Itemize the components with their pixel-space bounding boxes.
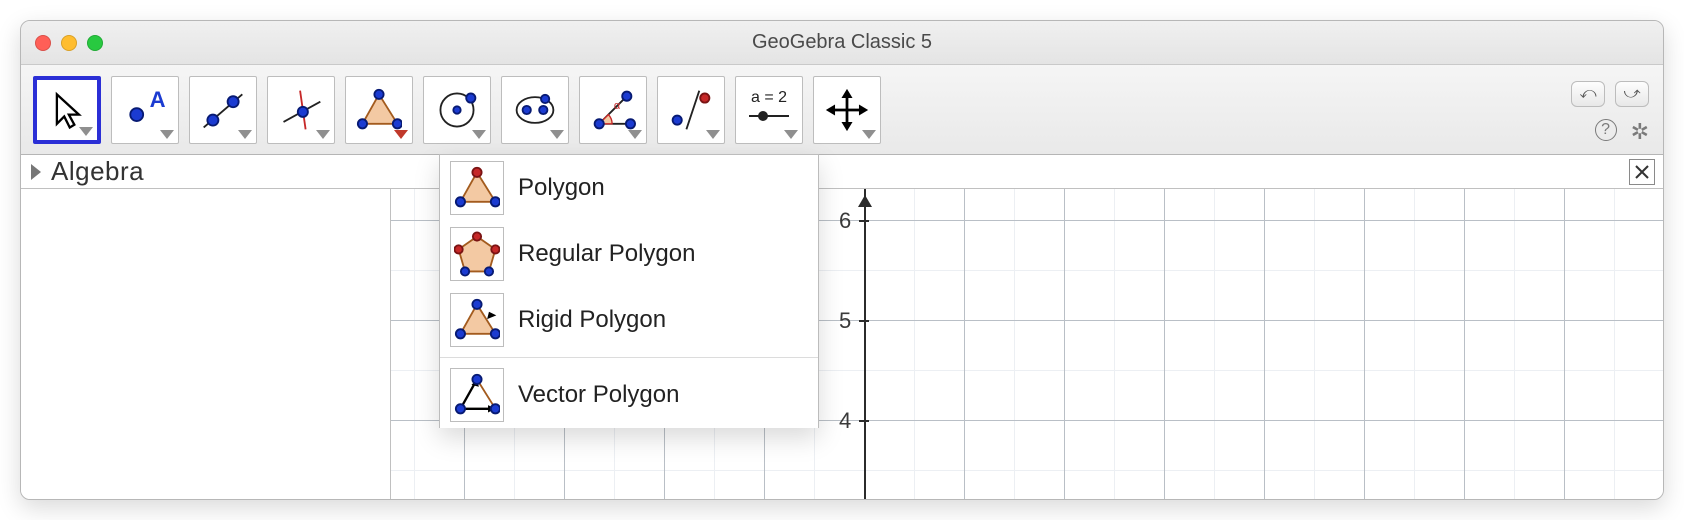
algebra-panel-title: Algebra [51,156,144,187]
zoom-window-button[interactable] [87,35,103,51]
reflect-line-icon [668,87,714,133]
help-button[interactable]: ? [1595,119,1617,141]
move-view-tool[interactable] [813,76,881,144]
main-toolbar: A [21,65,1663,155]
title-bar: GeoGebra Classic 5 [21,21,1663,65]
window-title: GeoGebra Classic 5 [21,31,1663,54]
settings-button[interactable]: ✲ [1631,119,1649,145]
algebra-pane[interactable] [21,189,391,499]
close-window-button[interactable] [35,35,51,51]
polygon-tool[interactable] [345,76,413,144]
dropdown-item-polygon[interactable]: Polygon [440,155,818,221]
dropdown-separator [440,357,818,358]
axis-tick [859,220,869,222]
toolbar-right-lower: ? ✲ [1595,119,1649,145]
minimize-window-button[interactable] [61,35,77,51]
dropdown-item-label: Polygon [518,174,605,202]
polygon-icon [450,161,504,215]
traffic-lights [35,35,103,51]
circle-center-icon [434,87,480,133]
dropdown-item-label: Regular Polygon [518,240,695,268]
special-line-tool[interactable] [267,76,335,144]
transform-tool[interactable] [657,76,725,144]
svg-text:A: A [150,87,166,112]
rigid-polygon-icon [450,293,504,347]
vector-polygon-icon [450,368,504,422]
slider-text-icon: a = 2 [751,89,787,107]
move-arrows-icon [824,87,870,133]
axis-tick [859,320,869,322]
panels-header: Algebra [21,155,1663,189]
regular-polygon-icon [450,227,504,281]
close-icon [1634,164,1650,180]
svg-text:α: α [614,100,621,112]
redo-button[interactable]: ⤻ [1615,81,1649,107]
axis-arrow-icon [858,195,872,207]
tool-buttons: A [33,76,881,144]
perpendicular-line-icon [278,87,324,133]
axis-tick-label: 5 [839,308,851,334]
toolbar-right: ⤺ ⤻ [1571,81,1649,107]
dropdown-item-label: Vector Polygon [518,381,679,409]
dropdown-item-label: Rigid Polygon [518,306,666,334]
undo-icon: ⤺ [1579,85,1596,103]
line-two-points-icon [200,87,246,133]
chevron-down-icon [394,130,408,139]
point-tool[interactable]: A [111,76,179,144]
ellipse-foci-icon [512,87,558,133]
dropdown-item-regular-polygon[interactable]: Regular Polygon [440,221,818,287]
close-panel-button[interactable] [1629,159,1655,185]
dropdown-item-rigid-polygon[interactable]: Rigid Polygon [440,287,818,353]
axis-tick-label: 6 [839,208,851,234]
y-axis [864,189,866,499]
redo-icon: ⤻ [1623,85,1640,103]
angle-tool[interactable]: α [579,76,647,144]
conic-tool[interactable] [501,76,569,144]
line-tool[interactable] [189,76,257,144]
triangle-icon [356,87,402,133]
angle-icon: α [590,87,636,133]
content-area: 6 5 4 [21,189,1663,499]
disclosure-triangle-icon[interactable] [31,164,41,180]
text-tool[interactable]: a = 2 [735,76,803,144]
axis-tick-label: 4 [839,408,851,434]
axis-tick [859,420,869,422]
undo-button[interactable]: ⤺ [1571,81,1605,107]
polygon-tool-dropdown: Polygon Regular Polygon [439,154,819,428]
circle-tool[interactable] [423,76,491,144]
dropdown-item-vector-polygon[interactable]: Vector Polygon [440,362,818,428]
point-a-icon: A [122,87,168,133]
move-tool[interactable] [33,76,101,144]
app-window: GeoGebra Classic 5 A [20,20,1664,500]
